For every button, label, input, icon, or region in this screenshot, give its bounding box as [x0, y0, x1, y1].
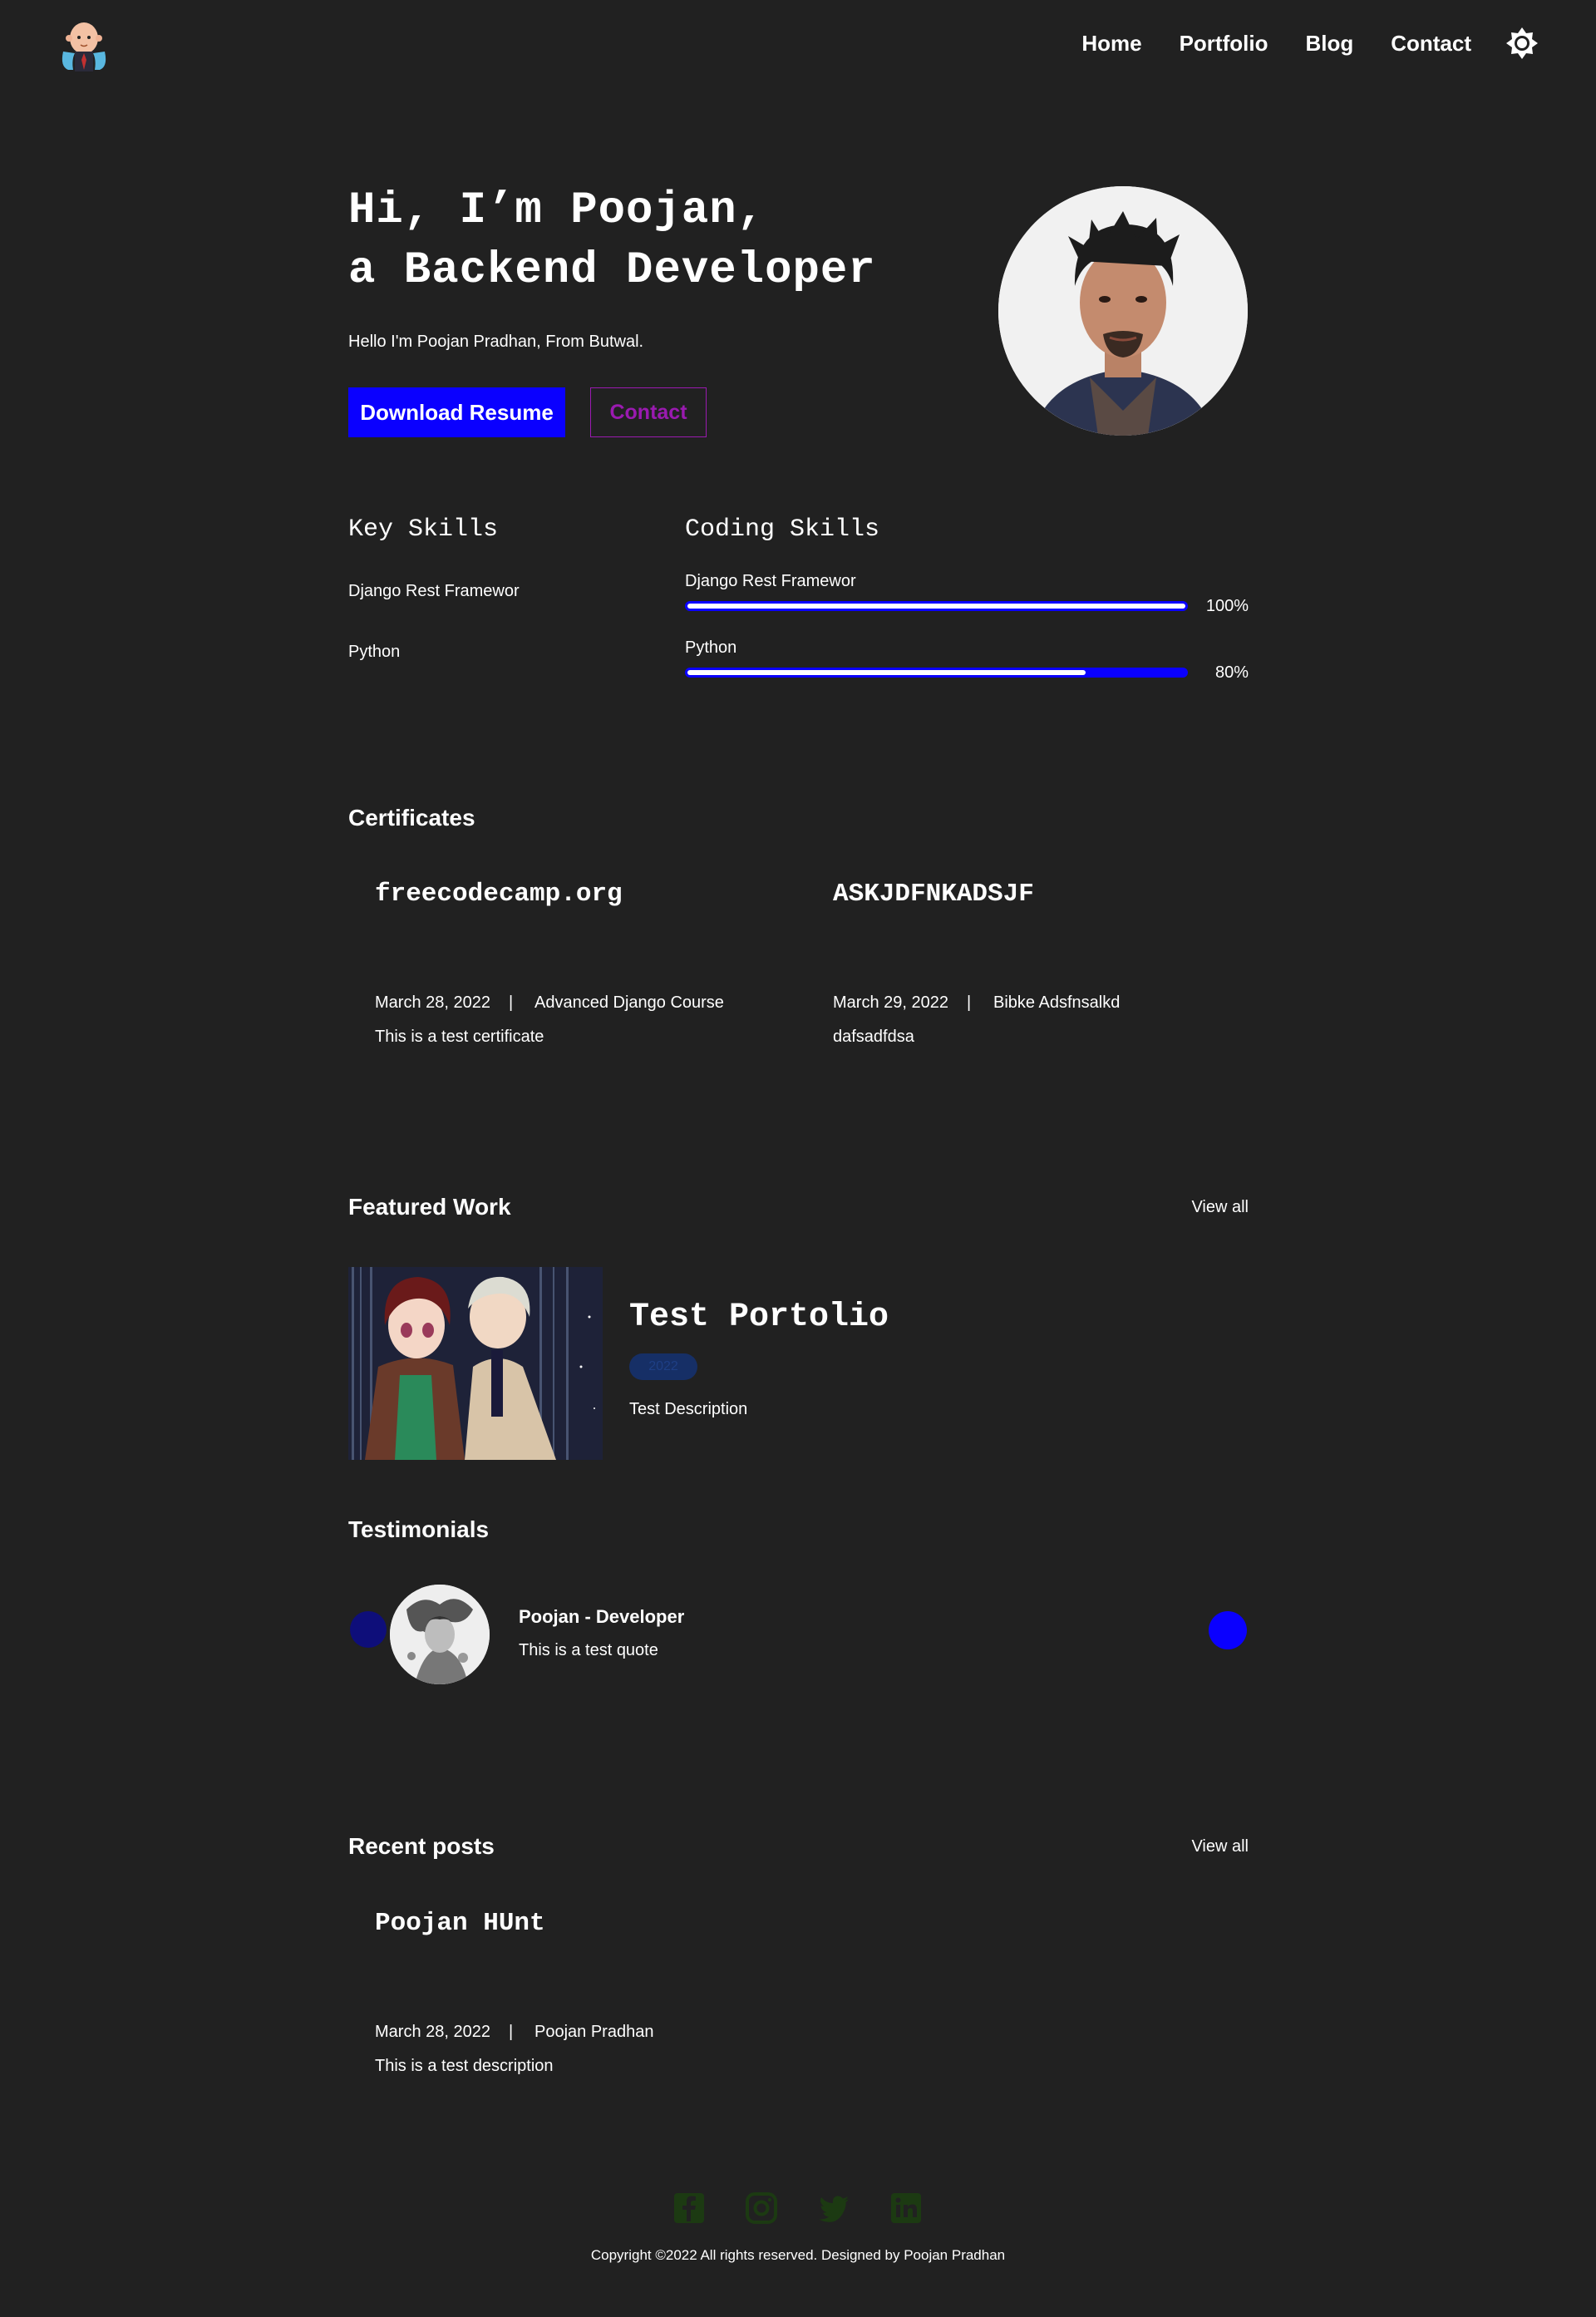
- certificate-course: Bibke Adsfnsalkd: [993, 993, 1121, 1012]
- hero-title-line-2: a Backend Developer: [348, 245, 876, 296]
- meta-separator: |: [509, 993, 514, 1012]
- posts-view-all-link[interactable]: View all: [1191, 1837, 1249, 1856]
- coding-skill-label: Django Rest Framewor: [685, 572, 856, 590]
- nav-home-link[interactable]: Home: [1081, 30, 1141, 57]
- portfolio-description: Test Description: [629, 1400, 748, 1418]
- portfolio-title[interactable]: Test Portolio: [629, 1299, 889, 1336]
- certificate-course: Advanced Django Course: [534, 993, 724, 1012]
- testimonial-name: Poojan - Developer: [519, 1606, 685, 1627]
- instagram-icon[interactable]: [745, 2191, 778, 2225]
- hero-title: Hi, I’m Poojan, a Backend Developer: [348, 181, 876, 301]
- profile-avatar: [998, 186, 1248, 436]
- facebook-icon[interactable]: [672, 2191, 706, 2225]
- certificate-title: ASKJDFNKADSJF: [833, 880, 1034, 909]
- featured-work-heading: Featured Work: [348, 1194, 511, 1220]
- copyright-text: Copyright ©2022 All rights reserved. Des…: [590, 2247, 1006, 2263]
- recent-posts-heading: Recent posts: [348, 1833, 495, 1859]
- download-resume-button[interactable]: Download Resume: [348, 387, 565, 437]
- coding-skills-heading: Coding Skills: [685, 515, 880, 544]
- hero-subtitle: Hello I'm Poojan Pradhan, From Butwal.: [348, 333, 644, 351]
- nav-contact-link[interactable]: Contact: [1391, 30, 1471, 57]
- post-title: Poojan HUnt: [375, 1909, 545, 1938]
- nav-blog-link[interactable]: Blog: [1305, 30, 1353, 57]
- site-header: Home Portfolio Blog Contact: [0, 0, 1596, 88]
- certificate-title: freecodecamp.org: [375, 880, 623, 909]
- boss-baby-logo-icon[interactable]: [57, 15, 111, 73]
- linkedin-icon[interactable]: [889, 2191, 923, 2225]
- certificate-date: March 28, 2022: [375, 993, 490, 1012]
- key-skill-item: Python: [348, 643, 401, 661]
- post-date: March 28, 2022: [375, 2023, 490, 2041]
- skill-progress-bar: [685, 668, 1188, 678]
- meta-separator: |: [509, 2023, 514, 2041]
- post-author: Poojan Pradhan: [534, 2023, 654, 2041]
- sun-icon[interactable]: [1505, 27, 1539, 60]
- testimonial-quote: This is a test quote: [519, 1641, 658, 1659]
- certificate-description: This is a test certificate: [375, 1028, 544, 1046]
- portfolio-year-badge: 2022: [629, 1353, 697, 1380]
- testimonial-next-button[interactable]: [1209, 1611, 1247, 1649]
- hero-title-line-1: Hi, I’m Poojan,: [348, 185, 766, 236]
- contact-button[interactable]: Contact: [590, 387, 707, 437]
- skill-progress-fill: [687, 670, 1086, 675]
- coding-skill-label: Python: [685, 638, 737, 657]
- meta-separator: |: [967, 993, 972, 1012]
- testimonial-avatar: [390, 1585, 490, 1684]
- post-description: This is a test description: [375, 2057, 554, 2075]
- twitter-icon[interactable]: [817, 2191, 850, 2225]
- testimonial-prev-button[interactable]: [350, 1611, 387, 1648]
- skill-progress-fill: [687, 604, 1185, 609]
- nav-portfolio-link[interactable]: Portfolio: [1180, 30, 1268, 57]
- portfolio-thumbnail[interactable]: [348, 1267, 603, 1460]
- key-skills-heading: Key Skills: [348, 515, 499, 544]
- key-skill-item: Django Rest Framewor: [348, 582, 520, 600]
- testimonials-heading: Testimonials: [348, 1516, 490, 1542]
- skill-percent: 100%: [1205, 597, 1249, 615]
- certificate-date: March 29, 2022: [833, 993, 948, 1012]
- certificates-heading: Certificates: [348, 805, 475, 831]
- featured-view-all-link[interactable]: View all: [1191, 1198, 1249, 1217]
- skill-progress-bar: [685, 601, 1188, 611]
- main-nav: Home Portfolio Blog Contact: [1081, 30, 1471, 57]
- certificate-description: dafsadfdsa: [833, 1028, 914, 1046]
- skill-percent: 80%: [1214, 663, 1249, 682]
